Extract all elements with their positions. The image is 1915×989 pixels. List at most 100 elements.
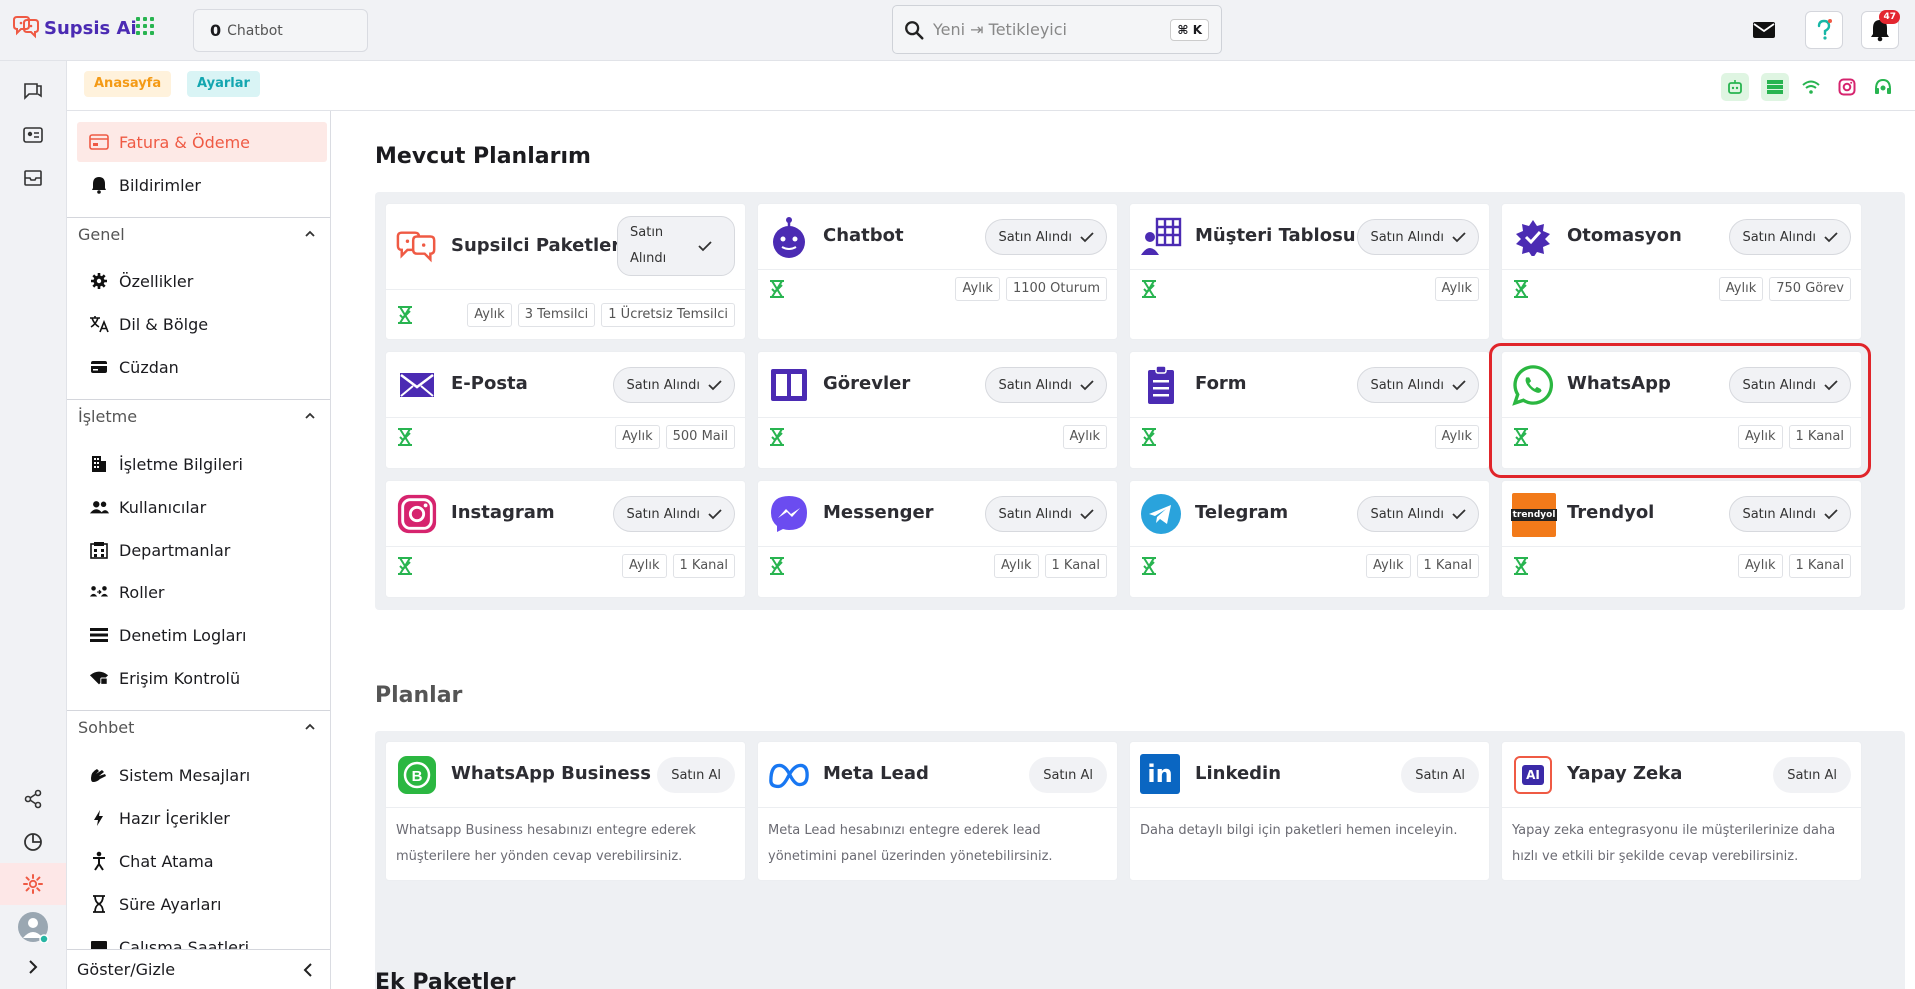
mail-button[interactable] <box>1745 11 1783 49</box>
hourglass-status-icon <box>1142 428 1156 446</box>
notifications-button[interactable]: 47 <box>1861 10 1900 49</box>
rail-reports[interactable] <box>16 825 50 859</box>
robot-status-icon <box>1728 80 1742 94</box>
channel-connection-status[interactable] <box>1797 73 1825 101</box>
bought-button[interactable]: Satın Alındı <box>613 367 735 403</box>
channel-instagram-status[interactable] <box>1833 73 1861 101</box>
sidebar-item-time-settings[interactable]: Süre Ayarları <box>77 884 327 924</box>
buy-button[interactable]: Satın Al <box>657 757 735 793</box>
bought-button[interactable]: Satın Alındı <box>1729 496 1851 532</box>
checkmark-icon <box>1080 509 1094 520</box>
sidebar-item-notifications[interactable]: Bildirimler <box>77 165 327 205</box>
buy-button[interactable]: Satın Al <box>1773 757 1851 793</box>
sidebar-section-isletme[interactable]: İşletme <box>67 399 330 433</box>
bought-button[interactable]: Satın Alındı <box>1729 219 1851 255</box>
settings-gear-icon <box>23 874 43 894</box>
sidebar-section-sohbet[interactable]: Sohbet <box>67 710 330 744</box>
button-label: Satın Alındı <box>998 377 1072 393</box>
rail-settings[interactable] <box>0 863 66 905</box>
bought-button[interactable]: Satın Alındı <box>1357 367 1479 403</box>
chatbot-count: 0 <box>210 21 222 40</box>
logo[interactable]: Supsis Ai <box>12 16 137 40</box>
plan-tags: Aylık 1 Kanal <box>994 554 1107 578</box>
sidebar-item-label: Dil & Bölge <box>119 314 209 334</box>
bought-button[interactable]: Satın Alındı <box>617 216 735 276</box>
chevron-up-icon <box>305 230 315 237</box>
sidebar-item-departments[interactable]: Departmanlar <box>77 530 327 570</box>
plan-tag: Aylık <box>1434 277 1479 301</box>
hourglass-status-icon <box>398 428 412 446</box>
bought-button[interactable]: Satın Alındı <box>985 496 1107 532</box>
button-label: Satın Alındı <box>630 225 667 266</box>
checkmark-icon <box>698 241 712 252</box>
plan-description: Yapay zeka entegrasyonu ile müşterilerin… <box>1512 823 1836 864</box>
channel-table-status[interactable] <box>1761 73 1789 101</box>
breadcrumb-home[interactable]: Anasayfa <box>84 71 172 97</box>
bought-button[interactable]: Satın Alındı <box>1357 219 1479 255</box>
plan-tag: Aylık <box>1718 277 1764 301</box>
plan-card-instagram: Instagram Satın Alındı Aylık 1 Kanal <box>385 480 746 598</box>
bought-button[interactable]: Satın Alındı <box>985 219 1107 255</box>
rail-share[interactable] <box>16 782 50 816</box>
user-avatar-icon <box>18 912 49 943</box>
search-input[interactable]: Yeni ⇥ Tetikleyici ⌘ K <box>892 5 1222 54</box>
sidebar-item-billing[interactable]: Fatura & Ödeme <box>77 122 327 162</box>
plan-tag: 1 Ücretsiz Temsilci <box>601 303 735 327</box>
sidebar-item-system-messages[interactable]: Sistem Mesajları <box>77 755 327 795</box>
plan-tag: Aylık <box>955 277 1000 301</box>
buy-button[interactable]: Satın Al <box>1401 757 1479 793</box>
rail-inbox[interactable] <box>16 161 50 195</box>
bought-button[interactable]: Satın Alındı <box>1357 496 1479 532</box>
sidebar-item-users[interactable]: Kullanıcılar <box>77 487 327 527</box>
hourglass-status-icon <box>770 280 784 298</box>
mail-icon <box>396 364 438 406</box>
sidebar-item-label: İşletme Bilgileri <box>119 454 243 474</box>
avatar[interactable] <box>16 910 50 944</box>
hourglass-status-icon <box>770 428 784 446</box>
plan-tags: Aylık <box>1434 277 1479 301</box>
plan-tag: 1 Kanal <box>672 554 735 578</box>
sidebar-item-business-info[interactable]: İşletme Bilgileri <box>77 444 327 484</box>
plan-tags: Aylık 750 Görev <box>1718 277 1851 301</box>
rail-expand[interactable] <box>16 950 50 984</box>
sidebar-item-roles[interactable]: Roller <box>77 572 327 612</box>
telegram-icon <box>1140 493 1182 535</box>
plan-tag: Aylık <box>467 303 512 327</box>
hourglass-status-icon <box>1514 557 1528 575</box>
chatbot-counter[interactable]: 0 Chatbot <box>193 9 368 52</box>
plan-tag: Aylık <box>615 425 660 449</box>
checkmark-icon <box>1080 380 1094 391</box>
rail-chats[interactable] <box>16 74 50 108</box>
button-label: Satın Alındı <box>1370 377 1444 393</box>
help-button[interactable] <box>1805 11 1843 49</box>
checkmark-icon <box>1452 232 1466 243</box>
breadcrumb-current[interactable]: Ayarlar <box>187 71 260 97</box>
sidebar-item-wallet[interactable]: Cüzdan <box>77 347 327 387</box>
logo-text: Supsis Ai <box>44 17 137 39</box>
sidebar-item-audit-logs[interactable]: Denetim Logları <box>77 615 327 655</box>
sidebar-item-label: Denetim Logları <box>119 625 247 645</box>
channel-chatbot-status[interactable] <box>1721 73 1749 101</box>
left-rail <box>0 61 67 989</box>
channel-agent-status[interactable] <box>1869 73 1897 101</box>
sidebar-item-ready-content[interactable]: Hazır İçerikler <box>77 798 327 838</box>
rail-contacts[interactable] <box>16 118 50 152</box>
buy-button[interactable]: Satın Al <box>1029 757 1107 793</box>
sidebar-item-features[interactable]: Özellikler <box>77 261 327 301</box>
inbox-icon <box>24 170 42 186</box>
sidebar-section-genel[interactable]: Genel <box>67 217 330 251</box>
sidebar-item-language[interactable]: Dil & Bölge <box>77 304 327 344</box>
main-content: Mevcut Planlarım Supsilci Paketleri Satı… <box>331 111 1915 989</box>
pie-chart-icon <box>24 833 42 851</box>
ai-chip-icon: AI <box>1512 754 1554 796</box>
supsis-logo-icon <box>13 16 39 39</box>
bought-button[interactable]: Satın Alındı <box>613 496 735 532</box>
sidebar-item-chat-assign[interactable]: Chat Atama <box>77 841 327 881</box>
search-placeholder: Yeni ⇥ Tetikleyici <box>933 20 1067 39</box>
plan-offer-whatsapp-business: B WhatsApp Business Satın Al Whatsapp Bu… <box>385 741 746 881</box>
bought-button[interactable]: Satın Alındı <box>985 367 1107 403</box>
apps-grid-icon[interactable] <box>136 17 154 35</box>
sidebar-item-access-control[interactable]: Erişim Kontrolü <box>77 658 327 698</box>
supsis-icon <box>396 226 438 268</box>
sidebar-toggle[interactable]: Göster/Gizle <box>67 949 330 989</box>
